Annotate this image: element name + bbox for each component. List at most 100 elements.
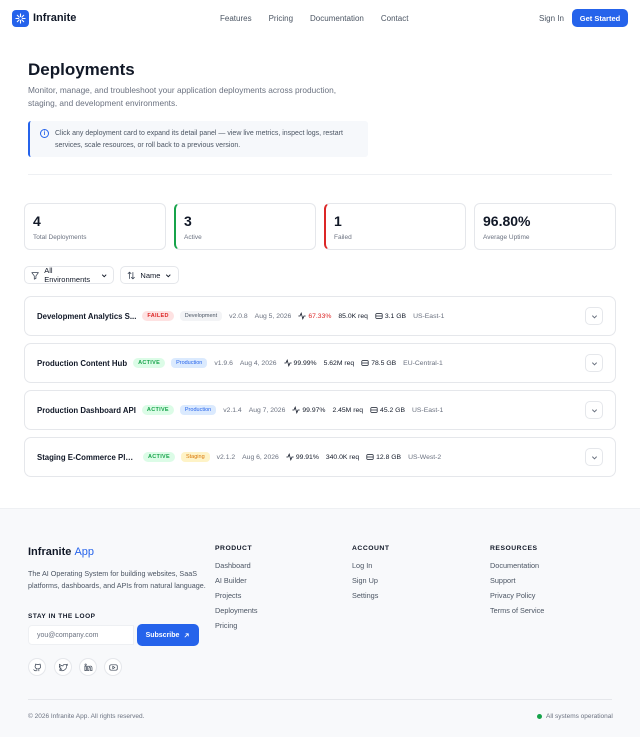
requests-metric: 5.62M req (323, 359, 355, 367)
status-badge: ACTIVE (143, 452, 175, 462)
deployment-name: Production Dashboard API (37, 405, 136, 415)
deployment-name: Development Analytics S... (37, 311, 137, 321)
nav-link-features[interactable]: Features (220, 14, 252, 23)
system-status-text: All systems operational (546, 713, 613, 720)
footer-link-documentation[interactable]: Documentation (490, 558, 544, 573)
twitter-link[interactable] (54, 658, 72, 676)
uptime-value: 67.33% (308, 312, 332, 320)
deployment-card[interactable]: Development Analytics S... FAILED Develo… (24, 296, 616, 336)
github-link[interactable] (28, 658, 46, 676)
footer-description: The AI Operating System for building web… (28, 569, 206, 590)
sign-in-link[interactable]: Sign In (539, 14, 564, 23)
status-badge: FAILED (142, 311, 174, 321)
footer-divider (28, 699, 612, 700)
chevron-down-icon (591, 408, 597, 412)
database-icon (375, 313, 383, 319)
footer-link-projects[interactable]: Projects (215, 588, 258, 603)
brand-logo[interactable]: Infranite (12, 9, 77, 27)
uptime-metric: 99.91% (286, 453, 319, 461)
nav-link-contact[interactable]: Contact (381, 14, 409, 23)
nav-link-documentation[interactable]: Documentation (310, 14, 364, 23)
youtube-link[interactable] (104, 658, 122, 676)
database-icon (361, 360, 369, 366)
info-text: Click any deployment card to expand its … (55, 130, 343, 149)
environment-badge: Staging (180, 452, 210, 462)
page-subtitle: Monitor, manage, and troubleshoot your a… (28, 85, 337, 108)
storage-metric: 45.2 GB (370, 406, 405, 414)
chevron-down-icon (591, 455, 597, 459)
twitter-icon (58, 663, 68, 671)
info-callout: i Click any deployment card to expand it… (28, 121, 368, 157)
status-badge: ACTIVE (141, 405, 174, 415)
chevron-down-icon (101, 273, 107, 277)
chevron-down-icon (591, 361, 597, 365)
footer-link-privacy-policy[interactable]: Privacy Policy (490, 588, 544, 603)
footer-link-dashboard[interactable]: Dashboard (215, 558, 258, 573)
newsletter-label: STAY IN THE LOOP (28, 613, 96, 620)
system-status: All systems operational (537, 713, 613, 720)
footer-link-ai-builder[interactable]: AI Builder (215, 573, 258, 588)
footer-brand-suffix: App (74, 546, 95, 558)
deployment-card[interactable]: Production Dashboard API ACTIVE Producti… (24, 390, 616, 430)
storage-value: 45.2 GB (380, 406, 405, 414)
footer-link-sign-up[interactable]: Sign Up (352, 573, 389, 588)
expand-button[interactable] (585, 354, 603, 372)
nav-link-pricing[interactable]: Pricing (269, 14, 293, 23)
requests-metric: 85.0K req (338, 312, 368, 320)
environment-badge: Production (179, 405, 217, 415)
expand-button[interactable] (585, 307, 603, 325)
activity-icon (298, 312, 306, 320)
footer-link-settings[interactable]: Settings (352, 588, 389, 603)
stat-value: 1 (334, 213, 342, 229)
copyright-text: © 2026 Infranite App. All rights reserve… (28, 713, 145, 720)
expand-button[interactable] (585, 448, 603, 466)
status-badge: ACTIVE (133, 358, 166, 368)
uptime-metric: 99.99% (283, 359, 317, 367)
subscribe-button[interactable]: Subscribe (137, 624, 199, 646)
deployment-date: Aug 6, 2026 (242, 453, 279, 461)
expand-button[interactable] (585, 401, 603, 419)
deployment-card[interactable]: Staging E-Commerce Plat... ACTIVE Stagin… (24, 437, 616, 477)
deployment-region: US-East-1 (411, 406, 444, 414)
stat-label: Failed (334, 234, 352, 241)
footer-link-pricing[interactable]: Pricing (215, 618, 258, 633)
sort-select[interactable]: Name (120, 266, 179, 284)
database-icon (370, 407, 378, 413)
status-dot (537, 714, 542, 719)
stat-label: Total Deployments (33, 234, 87, 241)
storage-value: 3.1 GB (384, 312, 407, 320)
linkedin-link[interactable] (79, 658, 97, 676)
deployment-card[interactable]: Production Content Hub ACTIVE Production… (24, 343, 616, 383)
footer-link-log-in[interactable]: Log In (352, 558, 389, 573)
uptime-metric: 67.33% (298, 312, 331, 320)
email-field[interactable]: you@company.com (28, 625, 134, 645)
footer-column-heading: ACCOUNT (352, 545, 390, 552)
filter-icon (31, 271, 39, 280)
arrow-up-right-icon (184, 632, 190, 638)
environment-filter[interactable]: All Environments (24, 266, 114, 284)
stat-card-failed: 1 Failed (324, 203, 466, 250)
storage-metric: 3.1 GB (375, 312, 406, 320)
footer-link-deployments[interactable]: Deployments (215, 603, 258, 618)
stat-card-total: 4 Total Deployments (24, 203, 166, 250)
get-started-button[interactable]: Get Started (572, 9, 628, 27)
deployment-date: Aug 4, 2026 (239, 359, 277, 367)
brand-name: Infranite (33, 12, 77, 24)
nav-links: Features Pricing Documentation Contact (220, 0, 425, 36)
deployment-date: Aug 7, 2026 (248, 406, 286, 414)
info-icon: i (40, 129, 49, 138)
stat-card-uptime: 96.80% Average Uptime (474, 203, 616, 250)
footer-link-support[interactable]: Support (490, 573, 544, 588)
subscribe-label: Subscribe (145, 631, 180, 639)
footer-link-terms-of-service[interactable]: Terms of Service (490, 603, 544, 618)
activity-icon (286, 453, 294, 461)
uptime-value: 99.91% (295, 453, 319, 461)
sort-select-value: Name (140, 270, 161, 280)
footer-column-product: PRODUCT Dashboard AI Builder Projects De… (215, 545, 258, 633)
stat-label: Average Uptime (483, 234, 530, 241)
footer-brand[interactable]: Infranite App (28, 546, 94, 558)
stat-value: 96.80% (483, 213, 531, 229)
deployment-name: Staging E-Commerce Plat... (37, 452, 137, 462)
stat-card-active: 3 Active (174, 203, 316, 250)
storage-value: 12.8 GB (376, 453, 402, 461)
